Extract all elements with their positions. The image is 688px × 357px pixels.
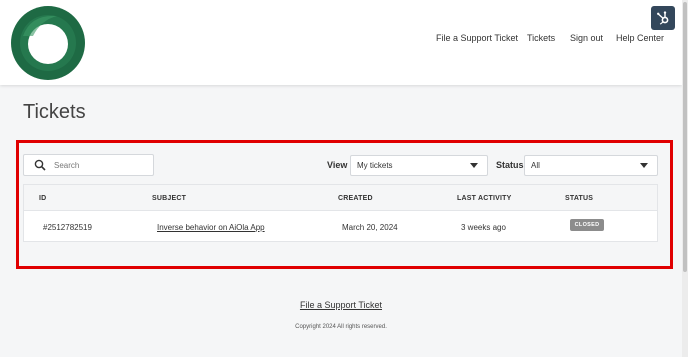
page-scrollbar[interactable] [682,0,688,357]
view-select[interactable]: My tickets [350,155,488,176]
scrollbar-thumb[interactable] [683,2,687,272]
status-badge: CLOSED [570,219,604,231]
column-header-last-activity[interactable]: LAST ACTIVITY [457,195,511,202]
ticket-subject-link[interactable]: Inverse behavior on AiOla App [157,223,265,232]
tickets-table: ID SUBJECT CREATED LAST ACTIVITY STATUS … [23,184,658,242]
column-header-id[interactable]: ID [39,195,46,202]
column-header-created[interactable]: CREATED [338,195,373,202]
status-select-value: All [531,161,540,170]
chevron-down-icon [640,163,648,168]
table-header: ID SUBJECT CREATED LAST ACTIVITY STATUS [24,185,657,211]
status-label: Status [496,160,524,170]
page-title: Tickets [23,101,86,123]
footer-file-support-ticket[interactable]: File a Support Ticket [0,300,682,310]
hubspot-button[interactable] [651,6,675,30]
search-input[interactable] [54,160,144,170]
view-select-value: My tickets [357,161,393,170]
column-header-status[interactable]: STATUS [565,195,593,202]
site-header: File a Support Ticket Tickets Sign out H… [0,0,682,85]
company-logo[interactable] [11,6,85,80]
view-label: View [327,160,348,170]
ticket-created: March 20, 2024 [342,223,398,232]
ticket-id: #2512782519 [43,223,92,232]
search-field[interactable] [23,154,154,176]
nav-file-support-ticket[interactable]: File a Support Ticket [436,33,518,43]
nav-tickets[interactable]: Tickets [527,33,555,43]
status-select[interactable]: All [524,155,658,176]
nav-help-center[interactable]: Help Center [616,33,664,43]
footer-copyright: Copyright 2024 All rights reserved. [295,324,387,330]
nav-sign-out[interactable]: Sign out [570,33,603,43]
ticket-last-activity: 3 weeks ago [461,223,506,232]
chevron-down-icon [470,163,478,168]
column-header-subject[interactable]: SUBJECT [152,195,186,202]
hubspot-icon [657,11,669,25]
search-icon [34,159,46,171]
